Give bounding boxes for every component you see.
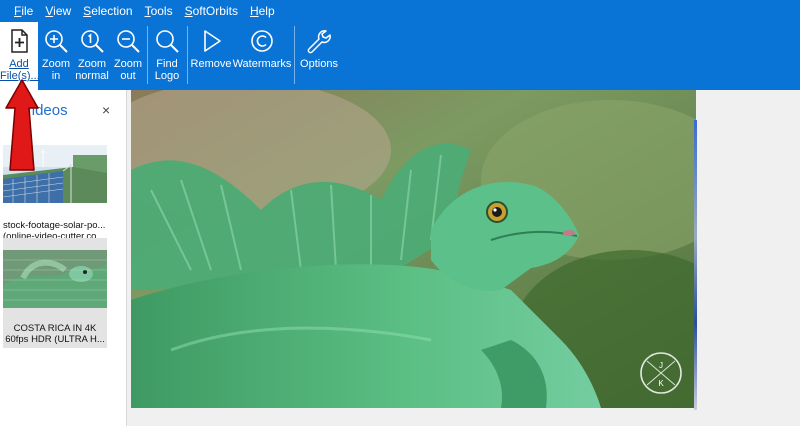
menu-file[interactable]: File <box>8 0 39 22</box>
menu-tools[interactable]: Tools <box>139 0 179 22</box>
watermarks-button[interactable]: Watermarks <box>232 22 292 90</box>
zoom-in-label: Zoom in <box>41 58 71 82</box>
app-window: File View Selection Tools SoftOrbits Hel… <box>0 0 800 426</box>
zoom-in-button[interactable]: Zoom in <box>40 22 72 90</box>
menu-help[interactable]: Help <box>244 0 281 22</box>
thumbnail-caption: 60fps HDR (ULTRA H... <box>5 334 105 345</box>
thumbnail-caption: stock-footage-solar-po... <box>3 220 106 231</box>
red-arrow-annotation <box>5 79 39 171</box>
search-icon <box>156 30 179 53</box>
options-label: Options <box>300 58 338 70</box>
toolbar-divider <box>294 26 295 84</box>
lizard-preview-image: J K <box>131 90 696 408</box>
menu-selection[interactable]: Selection <box>77 0 138 22</box>
preview-edge-strip <box>694 120 697 410</box>
toolbar-divider <box>187 26 188 84</box>
toolbar: Add File(s)... Zoom in Zoom normal Zoom … <box>0 22 800 90</box>
zoom-normal-button[interactable]: Zoom normal <box>72 22 112 90</box>
wrench-icon <box>307 30 331 54</box>
thumbnail-caption: COSTA RICA IN 4K <box>13 323 97 334</box>
menu-view[interactable]: View <box>39 0 77 22</box>
options-button[interactable]: Options <box>297 22 341 90</box>
watermark-letter: J <box>659 361 663 370</box>
video-preview[interactable]: J K <box>131 90 696 408</box>
menu-softorbits[interactable]: SoftOrbits <box>179 0 244 22</box>
zoom-normal-icon <box>81 30 104 53</box>
zoom-in-icon <box>45 30 68 53</box>
video-thumbnail-costa-rica[interactable] <box>3 250 107 308</box>
toolbar-divider <box>147 26 148 84</box>
zoom-out-icon <box>117 30 140 53</box>
close-icon[interactable]: × <box>102 102 110 118</box>
menu-bar: File View Selection Tools SoftOrbits Hel… <box>0 0 800 22</box>
watermarks-label: Watermarks <box>232 58 292 70</box>
play-icon <box>204 30 221 52</box>
remove-button[interactable]: Remove <box>190 22 232 90</box>
add-file-icon <box>11 29 28 53</box>
remove-label: Remove <box>190 58 232 70</box>
copyright-icon <box>251 30 273 52</box>
zoom-out-label: Zoom out <box>113 58 143 82</box>
find-logo-label: Find Logo <box>154 58 180 82</box>
lizard-thumbnail-image <box>3 250 107 308</box>
find-logo-button[interactable]: Find Logo <box>150 22 184 90</box>
zoom-normal-label: Zoom normal <box>75 58 109 82</box>
watermark-letter: K <box>658 379 664 388</box>
zoom-out-button[interactable]: Zoom out <box>112 22 144 90</box>
